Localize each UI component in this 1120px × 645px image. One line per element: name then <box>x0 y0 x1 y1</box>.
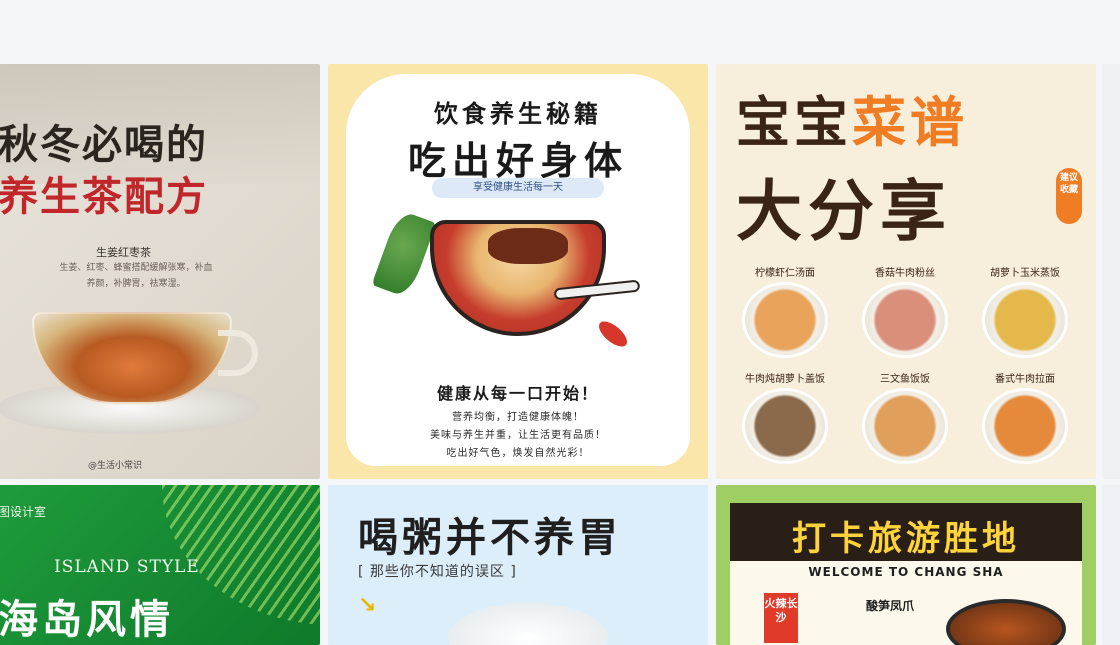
template-card-partial[interactable] <box>1102 485 1120 645</box>
title-dark: 宝宝 <box>736 91 852 154</box>
template-grid: 秋冬必喝的 养生茶配方 生姜红枣茶 生姜、红枣、蜂蜜搭配缓解张寒，补血 养颜，补… <box>0 64 1120 645</box>
card-title: 喝粥并不养胃 <box>358 515 622 561</box>
dish-item: 三文鱼饭饭 <box>850 370 960 464</box>
palm-leaf-image <box>162 485 320 625</box>
template-card-healthy-food[interactable]: 饮食养生秘籍 吃出好身体 享受健康生活每一天 健康从每一口开始！ 营养均衡，打造… <box>328 64 708 479</box>
desc-line: 养颜，补脾胃，祛寒湿。 <box>86 279 186 289</box>
template-card-travel[interactable]: 打卡旅游胜地 WELCOME TO CHANG SHA 火辣长沙 酸笋凤爪 <box>716 485 1096 645</box>
dish-label: 牛肉炖胡萝卜盖饭 <box>745 374 825 385</box>
template-card-baby-recipes[interactable]: 宝宝菜谱 大分享 建议收藏 柠檬虾仁汤面 香菇牛肉粉丝 胡萝卜玉米蒸饭 牛肉炖胡… <box>716 64 1096 479</box>
template-card-island[interactable]: 图设计室 ISLAND STYLE 海岛风情 <box>0 485 320 645</box>
desc-line: 生姜、红枣、蜂蜜搭配缓解张寒，补血 <box>59 263 213 273</box>
dish-item: 柠檬虾仁汤面 <box>730 264 840 358</box>
template-card-partial[interactable] <box>1102 64 1120 479</box>
dish-item: 牛肉炖胡萝卜盖饭 <box>730 370 840 464</box>
cup-handle <box>218 330 258 376</box>
dish-label: 香菇牛肉粉丝 <box>875 268 935 279</box>
dish-label: 胡萝卜玉米蒸饭 <box>990 268 1060 279</box>
card-title-line1: 饮食养生秘籍 <box>434 100 602 128</box>
card-pill: 享受健康生活每一天 <box>432 178 604 198</box>
dish-plate <box>862 388 948 464</box>
card-text-line: 营养均衡，打造健康体魄！ <box>452 412 584 423</box>
card-title: 打卡旅游胜地 <box>792 519 1020 559</box>
card-welcome: WELCOME TO CHANG SHA <box>808 565 1004 579</box>
dish-name: 酸笋凤爪 <box>866 599 915 613</box>
arrow-icon: ↘ <box>358 593 377 618</box>
card-title-line1: 秋冬必喝的 <box>0 121 208 168</box>
beef-illustration <box>488 228 568 264</box>
card-description: 生姜、红枣、蜂蜜搭配缓解张寒，补血 养颜，补脾胃，祛寒湿。 <box>36 260 236 292</box>
porridge-bowl-image <box>448 603 608 645</box>
dish-plate <box>742 282 828 358</box>
card-title-line1: 宝宝菜谱 <box>736 78 968 157</box>
template-card-porridge[interactable]: 喝粥并不养胃 [ 那些你不知道的误区 ] ↘ <box>328 485 708 645</box>
dish-label: 三文鱼饭饭 <box>880 374 930 385</box>
dish-plate <box>742 388 828 464</box>
card-subtitle: [ 那些你不知道的误区 ] <box>358 564 517 580</box>
card-style: ISLAND STYLE <box>54 557 200 577</box>
dish-label: 番式牛肉拉面 <box>995 374 1055 385</box>
card-credit: @生活小常识 <box>88 461 143 471</box>
top-bar <box>0 0 1120 64</box>
card-title: 海岛风情 <box>0 596 174 643</box>
card-slogan: 健康从每一口开始！ <box>436 384 599 403</box>
template-card-tea[interactable]: 秋冬必喝的 养生茶配方 生姜红枣茶 生姜、红枣、蜂蜜搭配缓解张寒，补血 养颜，补… <box>0 64 320 479</box>
card-title-line2: 吃出好身体 <box>407 139 628 183</box>
dish-label: 柠檬虾仁汤面 <box>755 268 815 279</box>
card-subtitle: 生姜红枣茶 <box>96 246 151 259</box>
card-text-line: 美味与养生并重，让生活更有品质！ <box>430 430 606 441</box>
dish-item: 香菇牛肉粉丝 <box>850 264 960 358</box>
card-text-line: 吃出好气色，焕发自然光彩！ <box>446 448 590 459</box>
dish-item: 胡萝卜玉米蒸饭 <box>970 264 1080 358</box>
dish-item: 番式牛肉拉面 <box>970 370 1080 464</box>
title-orange: 菜谱 <box>852 91 968 154</box>
card-studio: 图设计室 <box>0 505 47 519</box>
card-title-line2: 养生茶配方 <box>0 173 208 220</box>
dish-plate <box>982 282 1068 358</box>
collect-stamp: 建议收藏 <box>1056 168 1082 224</box>
dish-plate <box>862 282 948 358</box>
dish-plate <box>982 388 1068 464</box>
city-tag: 火辣长沙 <box>764 593 798 643</box>
card-title-line2: 大分享 <box>736 173 952 250</box>
